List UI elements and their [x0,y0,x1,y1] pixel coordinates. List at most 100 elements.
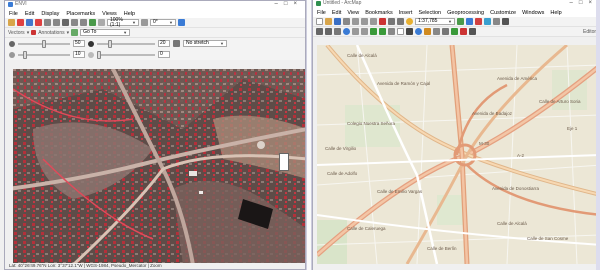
zoom-out-icon[interactable] [325,28,332,35]
basemap-view[interactable]: Calle de Alcalá Avenida de Ramón y Cajal… [317,45,600,264]
viewer-icon[interactable] [469,28,476,35]
zoom-combo[interactable]: 100% (1:1) ▼ [107,17,139,27]
new-document-icon[interactable] [316,18,323,25]
time-slider-icon[interactable] [460,28,467,35]
rotate-icon[interactable] [62,19,69,26]
brightness-value[interactable]: 50 [73,40,85,47]
delete-icon[interactable] [379,18,386,25]
menu-customize[interactable]: Customize [490,10,516,16]
contrast-slider[interactable] [97,39,155,48]
zoom-in-icon[interactable] [316,28,323,35]
menu-edit[interactable]: Edit [25,11,34,17]
rotation-combo[interactable]: 0° ▼ [150,19,176,26]
select-elements-icon[interactable] [406,28,413,35]
transparency-slider[interactable] [97,50,155,59]
arcmap-window-controls[interactable]: –□× [570,0,598,6]
menu-file[interactable]: File [317,10,326,16]
undo-icon[interactable] [388,18,395,25]
sharpen-knob[interactable] [23,50,27,59]
arcmap-app-icon [316,1,321,6]
select-features-icon[interactable] [388,28,395,35]
menu-display[interactable]: Display [41,11,59,17]
contrast-knob[interactable] [108,39,112,48]
python-icon[interactable] [502,18,509,25]
transparency-icon [88,51,94,58]
add-data-icon[interactable] [406,18,413,25]
arctoolbox-icon[interactable] [493,18,500,25]
annotations-button[interactable]: Annotations [38,30,64,36]
menu-geoprocessing[interactable]: Geoprocessing [447,10,484,16]
measure-icon[interactable] [433,28,440,35]
brightness-slider[interactable] [18,39,70,48]
map-label: Avenida de América [497,76,537,81]
image-navigation-control[interactable] [279,153,289,171]
fixed-zoom-out-icon[interactable] [361,28,368,35]
window-controls[interactable]: –□× [275,1,303,7]
select-icon[interactable] [44,19,51,26]
zoom-in-icon[interactable] [71,19,78,26]
menu-edit[interactable]: Edit [332,10,341,16]
search-icon[interactable] [484,18,491,25]
envi-toolbar-1: 100% (1:1) ▼ 0° ▼ [5,17,305,28]
fly-icon[interactable] [89,19,96,26]
zoom-out-icon[interactable] [80,19,87,26]
save-icon[interactable] [334,18,341,25]
menu-help[interactable]: Help [550,10,561,16]
table-of-contents-icon[interactable] [466,18,473,25]
paste-icon[interactable] [370,18,377,25]
menu-bookmarks[interactable]: Bookmarks [365,10,393,16]
vertical-scrollbar[interactable] [596,0,600,270]
annotations-dropdown-icon[interactable]: ▾ [67,30,70,36]
transparency-knob[interactable] [97,50,101,59]
menu-views[interactable]: Views [102,11,117,17]
brightness-knob[interactable] [42,39,46,48]
fixed-zoom-in-icon[interactable] [352,28,359,35]
identify-icon[interactable] [415,28,422,35]
clear-selection-icon[interactable] [397,28,404,35]
full-extent-icon[interactable] [343,28,350,35]
pan-icon[interactable] [53,19,60,26]
find-icon[interactable] [424,28,431,35]
scale-combo[interactable]: 1:37,785 ▼ [415,18,455,25]
vectors-button[interactable]: Vectors [8,30,25,36]
placemark-icon[interactable] [35,19,42,26]
hyperlink-icon[interactable] [442,28,449,35]
forward-extent-icon[interactable] [379,28,386,35]
sharpen-value[interactable]: 10 [73,51,85,58]
menu-insert[interactable]: Insert [399,10,413,16]
open-folder-icon[interactable] [8,19,15,26]
vectors-dropdown-icon[interactable]: ▾ [27,30,30,36]
copy-icon[interactable] [361,18,368,25]
envi-toolbar-2: Vectors ▾ Annotations ▾ Go To ▼ [5,28,305,38]
editor-toolbar-icon[interactable] [457,18,464,25]
print-icon[interactable] [343,18,350,25]
menu-windows[interactable]: Windows [522,10,544,16]
cut-icon[interactable] [352,18,359,25]
data-manager-icon[interactable] [17,19,24,26]
open-icon[interactable] [325,18,332,25]
rotate-left-icon[interactable] [141,19,148,26]
contrast-value[interactable]: 20 [158,40,170,47]
goto-icon [71,29,79,36]
map-label: Avenida de Ramón y Cajal [377,81,430,86]
menu-help[interactable]: Help [124,11,135,17]
crosshair-icon[interactable] [98,19,105,26]
street-basemap: Calle de Alcalá Avenida de Ramón y Cajal… [317,45,600,264]
map-label: Calle de Arturo Soria [539,99,581,104]
stretch-combo[interactable]: No stretch ▼ [183,40,227,47]
menu-selection[interactable]: Selection [418,10,441,16]
catalog-icon[interactable] [475,18,482,25]
satellite-image-view[interactable] [13,69,305,265]
goto-field[interactable]: Go To ▼ [80,29,131,36]
fit-icon[interactable] [178,19,185,26]
back-extent-icon[interactable] [370,28,377,35]
layer-manager-icon[interactable] [26,19,33,26]
html-popup-icon[interactable] [451,28,458,35]
menu-file[interactable]: File [9,11,18,17]
sharpen-slider[interactable] [18,50,70,59]
menu-placemarks[interactable]: Placemarks [66,11,95,17]
pan-hand-icon[interactable] [334,28,341,35]
redo-icon[interactable] [397,18,404,25]
menu-view[interactable]: View [347,10,359,16]
transparency-value[interactable]: 0 [158,51,170,58]
